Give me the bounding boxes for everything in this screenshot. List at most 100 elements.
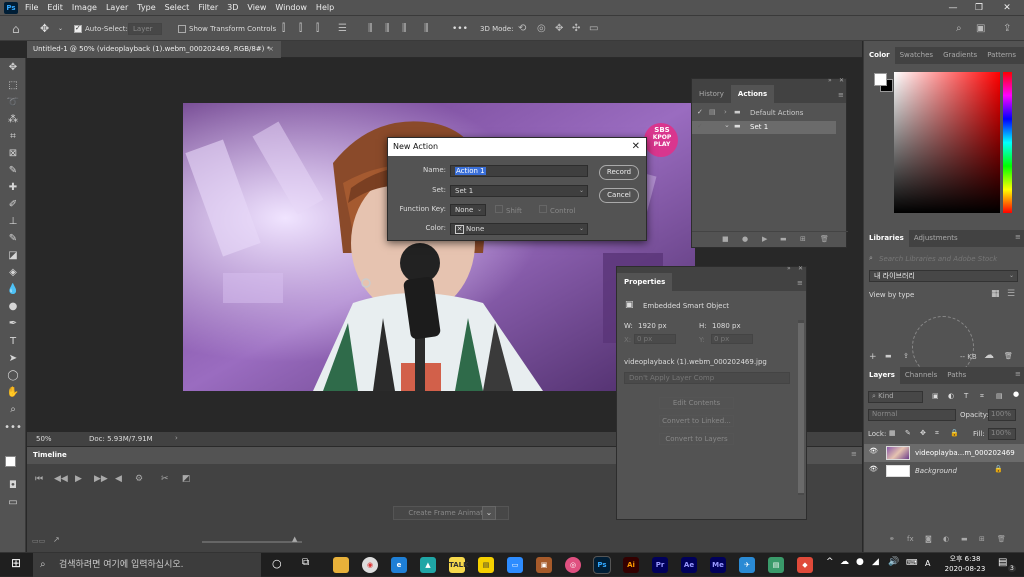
distribute-icon[interactable]: ☰ [338, 16, 347, 41]
filter-shape-icon[interactable]: ⌗ [980, 392, 984, 401]
timeline-convert-icon[interactable]: ↗ [53, 535, 60, 544]
add-element-icon[interactable]: + [869, 352, 877, 362]
lasso-tool-icon[interactable]: ➰ [4, 95, 22, 111]
visibility-eye-icon[interactable]: 👁 [869, 465, 878, 473]
tab-history[interactable]: History [692, 85, 731, 103]
magic-wand-tool-icon[interactable]: ⁂ [4, 112, 22, 128]
keyboard-icon[interactable]: ⌨ [906, 558, 918, 567]
app-blue-icon[interactable]: ✈ [739, 557, 755, 573]
stop-icon[interactable]: ■ [722, 235, 729, 243]
panel-close-icon[interactable]: ✕ [839, 77, 844, 84]
layer-row-smart-object[interactable]: 👁 videoplayba...m_000202469 [864, 444, 1024, 462]
record-button[interactable]: Record [599, 165, 639, 180]
quick-mask-icon[interactable]: ◘ [4, 478, 22, 494]
tab-adjustments[interactable]: Adjustments [909, 230, 963, 247]
distribute-vertical-icon[interactable]: ⫼ [424, 16, 429, 41]
3d-pan-icon[interactable]: ✥ [555, 16, 563, 41]
collapse-chevron-icon[interactable]: ⌄ [724, 121, 730, 129]
path-selection-tool-icon[interactable]: ➤ [4, 351, 22, 367]
properties-scrollbar[interactable] [798, 320, 804, 495]
new-action-icon[interactable]: ⊞ [800, 235, 806, 243]
workspace-icon[interactable]: ▣ [976, 16, 985, 41]
tab-swatches[interactable]: Swatches [895, 47, 938, 64]
pen-tool-icon[interactable]: ✒ [4, 316, 22, 332]
layer-filter-dropdown[interactable]: ⌕ Kind [868, 391, 923, 403]
auto-select-dropdown[interactable]: Layer [128, 16, 162, 41]
play-icon[interactable]: ▶ [75, 474, 82, 484]
move-tool-icon[interactable]: ✥ [40, 16, 49, 41]
convert-to-linked-button[interactable]: Convert to Linked... [659, 415, 734, 427]
shift-checkbox[interactable]: Shift [495, 205, 522, 215]
healing-brush-tool-icon[interactable]: ✚ [4, 180, 22, 196]
height-value[interactable]: 1080 px [712, 322, 741, 330]
panel-close-icon[interactable]: ✕ [798, 265, 803, 272]
show-transform-checkbox[interactable]: Show Transform Controls [178, 16, 276, 41]
dialog-close-icon[interactable]: ✕ [632, 138, 640, 156]
first-frame-icon[interactable]: ⏮ [35, 474, 43, 484]
task-view-icon[interactable]: ⧉ [302, 557, 309, 568]
dialog-toggle-icon[interactable]: ▤ [709, 108, 716, 116]
file-explorer-icon[interactable] [333, 557, 349, 573]
layer-lock-icon[interactable]: 🔒 [994, 465, 1003, 473]
y-position-input[interactable]: 0 px [711, 334, 753, 344]
illustrator-icon[interactable]: Ai [623, 557, 639, 573]
eraser-tool-icon[interactable]: ◪ [4, 248, 22, 264]
visibility-eye-icon[interactable]: 👁 [869, 447, 878, 455]
menu-file[interactable]: File [25, 3, 38, 12]
menu-help[interactable]: Help [316, 3, 334, 12]
new-layer-icon[interactable]: ⊞ [979, 535, 985, 543]
tab-patterns[interactable]: Patterns [982, 47, 1021, 64]
zoom-in-icon[interactable]: ▲ [292, 535, 297, 543]
collapse-icon[interactable]: » [828, 77, 832, 84]
fill-input[interactable]: 100% [988, 428, 1016, 440]
clone-stamp-tool-icon[interactable]: ⊥ [4, 214, 22, 230]
windows-start-icon[interactable]: ⊞ [11, 556, 21, 570]
create-frame-dropdown-icon[interactable]: ⌄ [482, 506, 496, 520]
after-effects-icon[interactable]: Ae [681, 557, 697, 573]
notification-center-icon[interactable]: ▤ [998, 557, 1007, 568]
zoom-tool-icon[interactable]: ⌕ [4, 402, 22, 418]
width-value[interactable]: 1920 px [638, 322, 667, 330]
more-options-icon[interactable]: ••• [452, 16, 468, 41]
app-pink-icon[interactable]: ◎ [565, 557, 581, 573]
auto-select-checkbox[interactable]: Auto-Select: [74, 16, 128, 41]
group-folder-icon[interactable]: ▬ [961, 535, 968, 543]
align-bottom-icon[interactable]: ⫼ [402, 16, 407, 41]
3d-orbit-icon[interactable]: ⟲ [518, 16, 526, 41]
zoom-slider[interactable] [202, 541, 302, 543]
align-vcenter-icon[interactable]: ⫼ [385, 16, 390, 41]
tab-paths[interactable]: Paths [942, 367, 971, 384]
tab-color[interactable]: Color [864, 47, 895, 64]
filter-smart-icon[interactable]: ▤ [996, 392, 1003, 400]
delete-layer-icon[interactable]: 🗑 [997, 535, 1006, 543]
search-icon[interactable]: ⌕ [956, 16, 962, 41]
function-key-dropdown[interactable]: None ⌄ [450, 204, 486, 216]
document-tab-close-icon[interactable]: × [268, 41, 274, 58]
eyedropper-tool-icon[interactable]: ✎ [4, 163, 22, 179]
opacity-input[interactable]: 100% [988, 409, 1016, 421]
history-brush-tool-icon[interactable]: ✎ [4, 231, 22, 247]
properties-menu-icon[interactable]: ≡ [797, 279, 803, 287]
share-icon[interactable]: ⇪ [1003, 16, 1011, 41]
new-set-icon[interactable]: ▬ [780, 235, 787, 243]
align-hcenter-icon[interactable]: ⫿ [299, 16, 302, 41]
lock-pixels-icon[interactable]: ✎ [905, 429, 911, 437]
close-icon[interactable]: ✕ [996, 0, 1018, 16]
adjustment-layer-icon[interactable]: ◐ [943, 535, 949, 543]
action-set-row[interactable]: ✓ ▤ › ▬ Default Actions [692, 107, 836, 120]
list-view-icon[interactable]: ☰ [1007, 289, 1015, 299]
library-upload-icon[interactable]: ⇪ [903, 352, 909, 360]
menu-view[interactable]: View [247, 3, 266, 12]
menu-image[interactable]: Image [72, 3, 97, 12]
library-dropdown[interactable]: 내 라이브러리 ⌄ [869, 270, 1018, 282]
set-dropdown[interactable]: Set 1 ⌄ [450, 185, 588, 197]
status-menu-chevron-icon[interactable]: › [175, 434, 178, 442]
edit-contents-button[interactable]: Edit Contents [659, 397, 734, 409]
menu-edit[interactable]: Edit [47, 3, 63, 12]
align-left-icon[interactable]: ⫿ [282, 16, 285, 41]
toggle-check-icon[interactable]: ✓ [697, 122, 703, 130]
menu-type[interactable]: Type [137, 3, 155, 12]
settings-gear-icon[interactable]: ⚙ [135, 474, 143, 484]
input-language[interactable]: A [925, 559, 930, 568]
lock-artboard-icon[interactable]: ⌗ [935, 429, 939, 438]
